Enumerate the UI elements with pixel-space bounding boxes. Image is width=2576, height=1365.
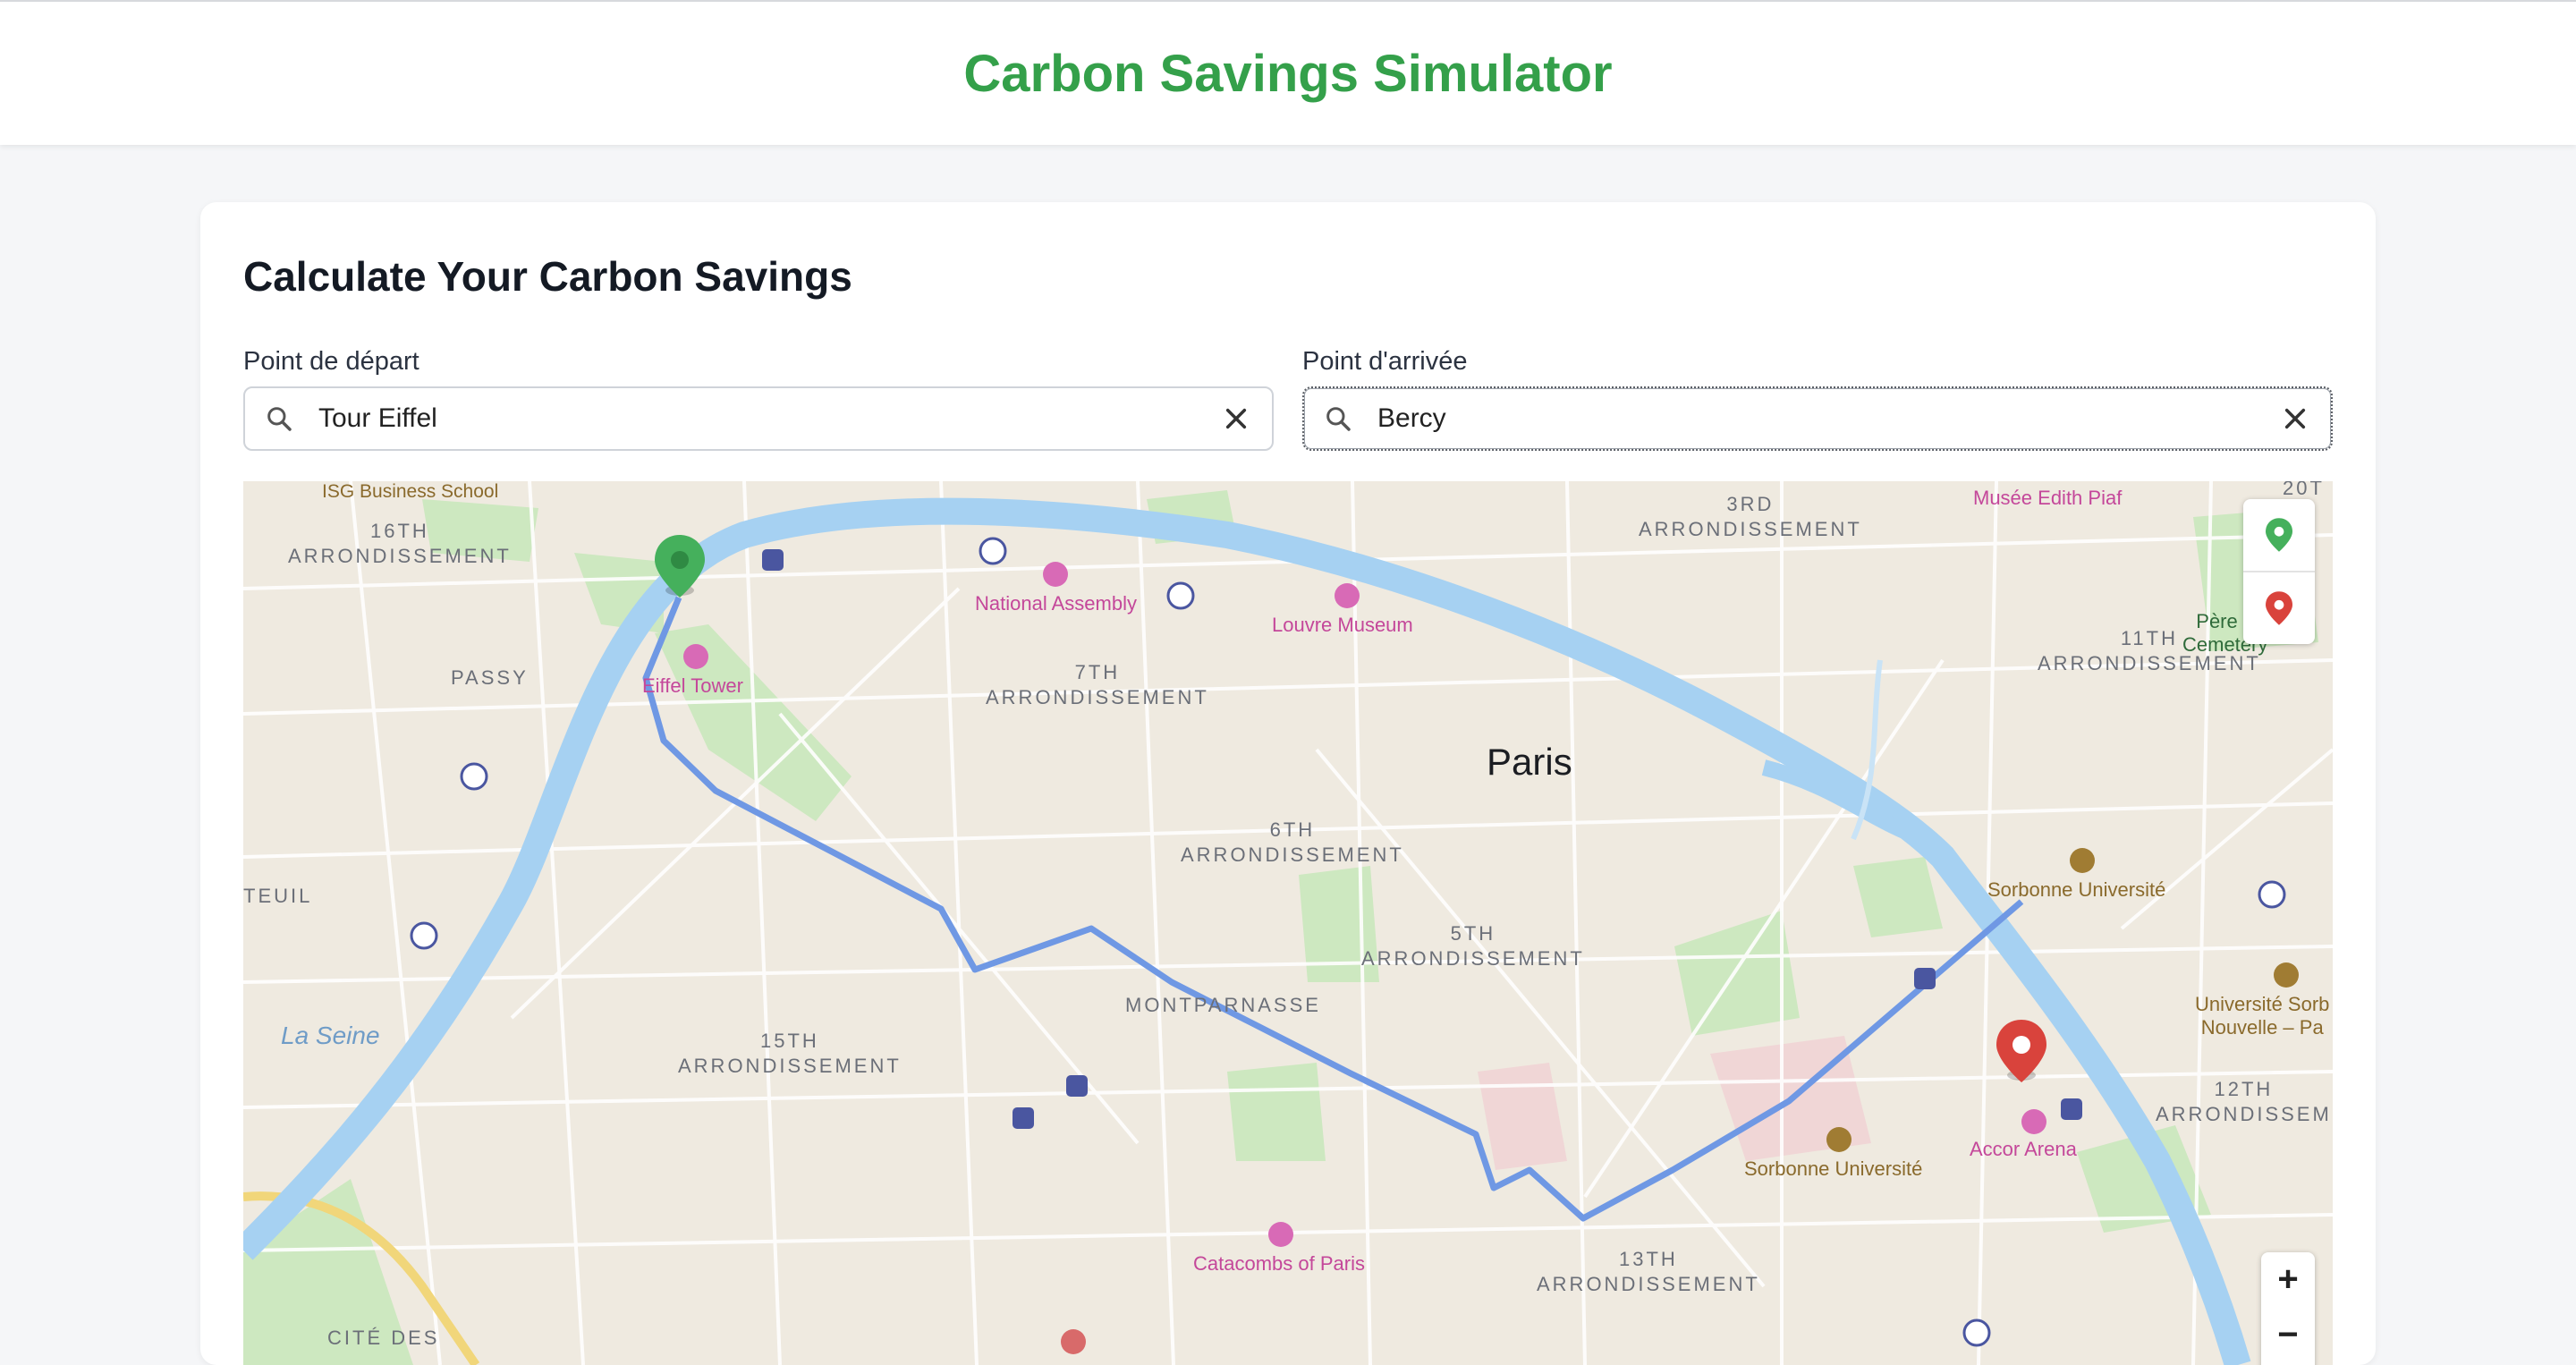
poi-sorbonne-east[interactable]: Sorbonne Université — [1987, 878, 2165, 902]
district-6: 6TH ARRONDISSEMENT — [1181, 818, 1404, 866]
area-passy: PASSY — [451, 666, 529, 689]
start-label: Point de départ — [243, 347, 419, 376]
place-end-button[interactable] — [2243, 572, 2315, 644]
poi-isg: ISG Business School — [322, 481, 499, 502]
district-13: 13TH ARRONDISSEMENT — [1537, 1248, 1760, 1295]
start-input[interactable] — [317, 391, 1213, 446]
zoom-in-button[interactable]: + — [2261, 1252, 2315, 1306]
poi-national-assembly[interactable]: National Assembly — [975, 592, 1137, 615]
place-start-button[interactable] — [2243, 499, 2315, 571]
close-icon — [2284, 408, 2306, 429]
end-label: Point d'arrivée — [1302, 347, 1468, 376]
zoom-out-button[interactable]: − — [2261, 1308, 2315, 1361]
poi-catacombs[interactable]: Catacombs of Paris — [1193, 1252, 1365, 1276]
end-input[interactable] — [1376, 391, 2272, 446]
district-7: 7TH ARRONDISSEMENT — [986, 661, 1209, 708]
city-label: Paris — [1487, 741, 1572, 783]
area-montparnasse: MONTPARNASSE — [1125, 994, 1321, 1016]
river-label: La Seine — [281, 1022, 380, 1049]
poi-sorbonne-nouvelle[interactable]: Université Sorb Nouvelle – Pa — [2195, 993, 2329, 1039]
poi-sorbonne-south[interactable]: Sorbonne Université — [1744, 1157, 1922, 1181]
district-5: 5TH ARRONDISSEMENT — [1361, 922, 1585, 970]
green-pin-icon — [2266, 518, 2292, 552]
poi-eiffel-tower[interactable]: Eiffel Tower — [642, 674, 743, 698]
close-icon — [1225, 408, 1247, 429]
search-icon — [265, 404, 304, 433]
red-pin-icon — [2266, 591, 2292, 625]
zoom-control: + − — [2261, 1252, 2315, 1365]
district-16: 16TH ARRONDISSEMENT — [288, 520, 512, 567]
app-header: Carbon Savings Simulator — [0, 0, 2576, 145]
search-icon — [1324, 404, 1363, 433]
area-teuil: TEUIL — [243, 885, 313, 907]
start-field — [243, 386, 1274, 451]
app-title: Carbon Savings Simulator — [963, 44, 1613, 103]
poi-edith-piaf[interactable]: Musée Edith Piaf — [1973, 487, 2122, 510]
area-cite-des: CITÉ DES — [327, 1327, 440, 1349]
district-15: 15TH ARRONDISSEMENT — [678, 1030, 902, 1077]
district-3: 3RD ARRONDISSEMENT — [1639, 493, 1862, 540]
district-12: 12TH ARRONDISSEM — [2156, 1078, 2332, 1125]
end-field — [1302, 386, 2333, 451]
calculator-card: Calculate Your Carbon Savings Point de d… — [200, 202, 2376, 1365]
poi-louvre[interactable]: Louvre Museum — [1272, 614, 1413, 637]
card-title: Calculate Your Carbon Savings — [243, 253, 852, 300]
poi-accor-arena[interactable]: Accor Arena — [1970, 1138, 2077, 1161]
marker-control — [2243, 499, 2315, 644]
clear-end-button[interactable] — [2272, 395, 2318, 442]
clear-start-button[interactable] — [1213, 395, 1259, 442]
route-map[interactable]: ISG Business School 16TH ARRONDISSEMENT … — [243, 481, 2333, 1365]
